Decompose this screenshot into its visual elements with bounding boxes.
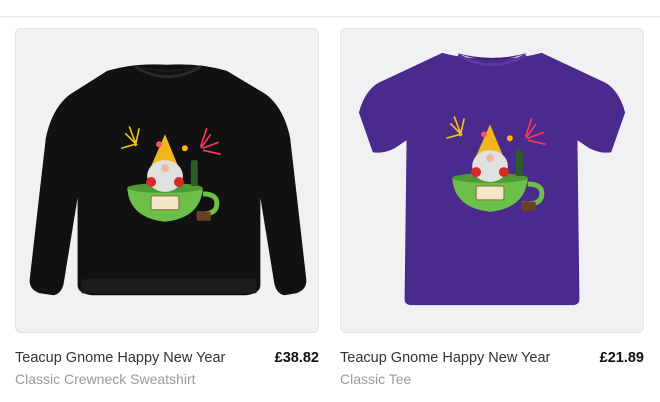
product-image[interactable] (340, 28, 644, 333)
tshirt-image (358, 52, 626, 306)
product-image[interactable] (15, 28, 319, 333)
top-header-bar (0, 0, 660, 17)
product-subtitle: Classic Crewneck Sweatshirt (15, 371, 196, 387)
sweatshirt-image (29, 64, 307, 296)
product-price: £21.89 (599, 350, 644, 366)
product-price: £38.82 (274, 350, 319, 366)
product-title[interactable]: Teacup Gnome Happy New Year (340, 350, 550, 366)
product-title[interactable]: Teacup Gnome Happy New Year (15, 350, 225, 366)
product-subtitle: Classic Tee (340, 371, 412, 387)
product-card[interactable]: Teacup Gnome Happy New Year £38.82 Class… (15, 28, 319, 400)
product-card[interactable]: Teacup Gnome Happy New Year £21.89 Class… (340, 28, 644, 400)
